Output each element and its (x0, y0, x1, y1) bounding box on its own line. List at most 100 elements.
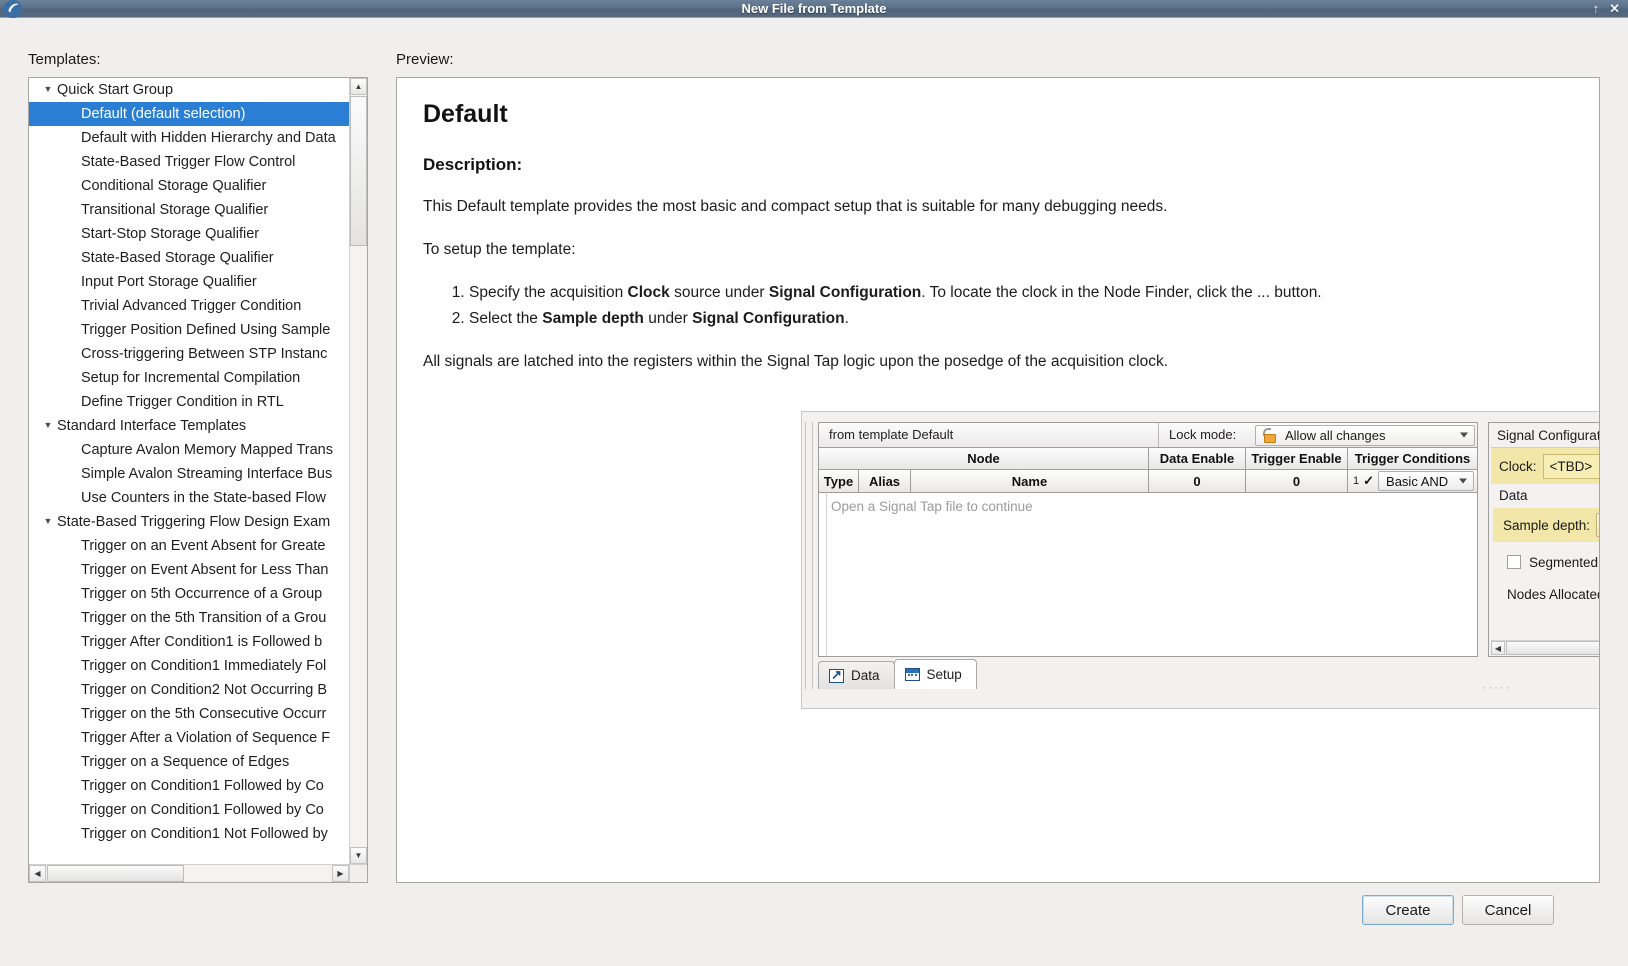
close-button[interactable]: ✕ (1609, 0, 1620, 18)
col-header-alias[interactable]: Alias (859, 470, 911, 492)
tree-item-13[interactable]: Define Trigger Condition in RTL (29, 390, 349, 414)
templates-tree[interactable]: ▼Quick Start GroupDefault (default selec… (28, 77, 368, 883)
tree-hscroll-thumb[interactable] (47, 865, 184, 882)
nodes-allocated-row: Nodes Allocated: Auto Manual: 0 (1493, 580, 1600, 608)
tree-scroll-corner (349, 864, 367, 882)
tab-setup-label: Setup (927, 667, 962, 682)
tree-item-8[interactable]: Input Port Storage Qualifier (29, 270, 349, 294)
trigger-condition-checkbox[interactable]: ✓ (1363, 473, 1374, 489)
sample-depth-row: Sample depth: 512 RAM type: Auto (1493, 508, 1600, 542)
lock-mode-dropdown[interactable]: Allow all changes (1255, 425, 1475, 446)
tree-item-label: Trigger After a Violation of Sequence F (81, 730, 330, 746)
tree-item-label: Trigger on 5th Occurrence of a Group (81, 586, 322, 602)
tab-data[interactable]: Data (818, 661, 895, 689)
tree-item-7[interactable]: State-Based Storage Qualifier (29, 246, 349, 270)
tree-item-18[interactable]: ▼State-Based Triggering Flow Design Exam (29, 510, 349, 534)
scroll-right-arrow[interactable]: ▶ (332, 865, 349, 882)
col-header-type[interactable]: Type (819, 470, 859, 492)
col-header-name[interactable]: Name (911, 470, 1149, 492)
tree-item-11[interactable]: Cross-triggering Between STP Instanc (29, 342, 349, 366)
restore-button[interactable]: ↑ (1593, 0, 1600, 18)
tree-twisty-icon[interactable]: ▼ (39, 78, 57, 101)
tree-item-2[interactable]: Default with Hidden Hierarchy and Data (29, 126, 349, 150)
tree-item-17[interactable]: Use Counters in the State-based Flow (29, 486, 349, 510)
signaltap-screenshot: from template Default Lock mode: Allow a… (801, 411, 1600, 709)
tree-item-9[interactable]: Trivial Advanced Trigger Condition (29, 294, 349, 318)
tree-twisty-icon[interactable]: ▼ (39, 510, 57, 533)
sample-depth-dropdown[interactable]: 512 (1596, 513, 1600, 537)
create-button[interactable]: Create (1362, 895, 1454, 925)
clock-label: Clock: (1499, 459, 1537, 474)
tree-vertical-scrollbar[interactable]: ▲ ▼ (349, 78, 367, 864)
tree-item-31[interactable]: Trigger on Condition1 Not Followed by (29, 822, 349, 846)
tree-item-5[interactable]: Transitional Storage Qualifier (29, 198, 349, 222)
preview-steps-list: Specify the acquisition Clock source und… (423, 283, 1573, 330)
sample-depth-label: Sample depth: (1503, 518, 1590, 533)
tree-item-10[interactable]: Trigger Position Defined Using Sample (29, 318, 349, 342)
tree-item-29[interactable]: Trigger on Condition1 Followed by Co (29, 774, 349, 798)
lock-mode-label: Lock mode: (1159, 423, 1255, 447)
tree-item-label: State-Based Trigger Flow Control (81, 154, 295, 170)
tree-item-label: Start-Stop Storage Qualifier (81, 226, 259, 242)
preview-label: Preview: (396, 51, 454, 68)
tree-item-20[interactable]: Trigger on Event Absent for Less Than (29, 558, 349, 582)
data-group-label: Data (1499, 488, 1528, 503)
stp-resize-grip[interactable]: ····· (1482, 680, 1512, 694)
preview-panel: Default Description: This Default templa… (396, 77, 1600, 883)
preview-step-1: Specify the acquisition Clock source und… (469, 283, 1573, 304)
tree-item-0[interactable]: ▼Quick Start Group (29, 78, 349, 102)
tree-horizontal-scrollbar[interactable]: ◀ ▶ (29, 864, 349, 882)
cell-data-enable-count: 0 (1149, 470, 1246, 492)
tree-item-27[interactable]: Trigger After a Violation of Sequence F (29, 726, 349, 750)
col-header-trigger-conditions[interactable]: Trigger Conditions (1348, 448, 1477, 469)
tree-item-label: Define Trigger Condition in RTL (81, 394, 284, 410)
tree-item-4[interactable]: Conditional Storage Qualifier (29, 174, 349, 198)
scroll-left-arrow[interactable]: ◀ (29, 865, 46, 882)
setup-table-icon (905, 668, 920, 681)
scroll-down-arrow[interactable]: ▼ (350, 847, 367, 864)
chevron-down-icon (1460, 433, 1468, 438)
col-header-node[interactable]: Node (819, 448, 1149, 469)
window-title: New File from Template (0, 0, 1628, 18)
tree-item-30[interactable]: Trigger on Condition1 Followed by Co (29, 798, 349, 822)
tree-item-23[interactable]: Trigger After Condition1 is Followed b (29, 630, 349, 654)
tree-item-label: Trivial Advanced Trigger Condition (81, 298, 301, 314)
tab-setup[interactable]: Setup (894, 659, 977, 689)
tree-item-25[interactable]: Trigger on Condition2 Not Occurring B (29, 678, 349, 702)
chevron-down-icon (1459, 479, 1467, 484)
tree-item-14[interactable]: ▼Standard Interface Templates (29, 414, 349, 438)
tree-item-22[interactable]: Trigger on the 5th Transition of a Grou (29, 606, 349, 630)
tree-item-label: Default with Hidden Hierarchy and Data (81, 130, 336, 146)
scroll-up-arrow[interactable]: ▲ (350, 78, 367, 95)
clock-row: Clock: <TBD> ... (1491, 448, 1600, 484)
col-header-trigger-enable[interactable]: Trigger Enable (1246, 448, 1348, 469)
stp-table-header-row-1: Node Data Enable Trigger Enable Trigger … (819, 448, 1477, 470)
signal-config-horizontal-scrollbar[interactable]: ◀ ▶ (1491, 640, 1600, 655)
tree-item-6[interactable]: Start-Stop Storage Qualifier (29, 222, 349, 246)
clock-input[interactable]: <TBD> (1543, 454, 1600, 479)
sc-hscroll-thumb[interactable] (1506, 641, 1600, 655)
sc-scroll-left-arrow[interactable]: ◀ (1491, 641, 1505, 655)
stp-tab-bar: Data Setup (818, 657, 976, 689)
cell-trigger-enable-count: 0 (1246, 470, 1348, 492)
tree-item-19[interactable]: Trigger on an Event Absent for Greate (29, 534, 349, 558)
tree-item-28[interactable]: Trigger on a Sequence of Edges (29, 750, 349, 774)
tree-item-15[interactable]: Capture Avalon Memory Mapped Trans (29, 438, 349, 462)
cancel-button[interactable]: Cancel (1462, 895, 1554, 925)
step2-post: . (845, 310, 849, 327)
segmented-checkbox[interactable] (1507, 555, 1521, 569)
tree-item-26[interactable]: Trigger on the 5th Consecutive Occurr (29, 702, 349, 726)
tree-twisty-icon[interactable]: ▼ (39, 414, 57, 437)
tree-item-3[interactable]: State-Based Trigger Flow Control (29, 150, 349, 174)
tree-item-label: Trigger on the 5th Transition of a Grou (81, 610, 326, 626)
tree-item-1[interactable]: Default (default selection) (29, 102, 349, 126)
tree-item-24[interactable]: Trigger on Condition1 Immediately Fol (29, 654, 349, 678)
tree-item-21[interactable]: Trigger on 5th Occurrence of a Group (29, 582, 349, 606)
nodes-allocated-label: Nodes Allocated: (1507, 587, 1600, 602)
tree-item-16[interactable]: Simple Avalon Streaming Interface Bus (29, 462, 349, 486)
trigger-condition-number: 1 (1353, 475, 1359, 487)
col-header-data-enable[interactable]: Data Enable (1149, 448, 1246, 469)
trigger-condition-dropdown[interactable]: Basic AND (1378, 471, 1474, 491)
tree-vscroll-thumb[interactable] (350, 96, 367, 246)
tree-item-12[interactable]: Setup for Incremental Compilation (29, 366, 349, 390)
